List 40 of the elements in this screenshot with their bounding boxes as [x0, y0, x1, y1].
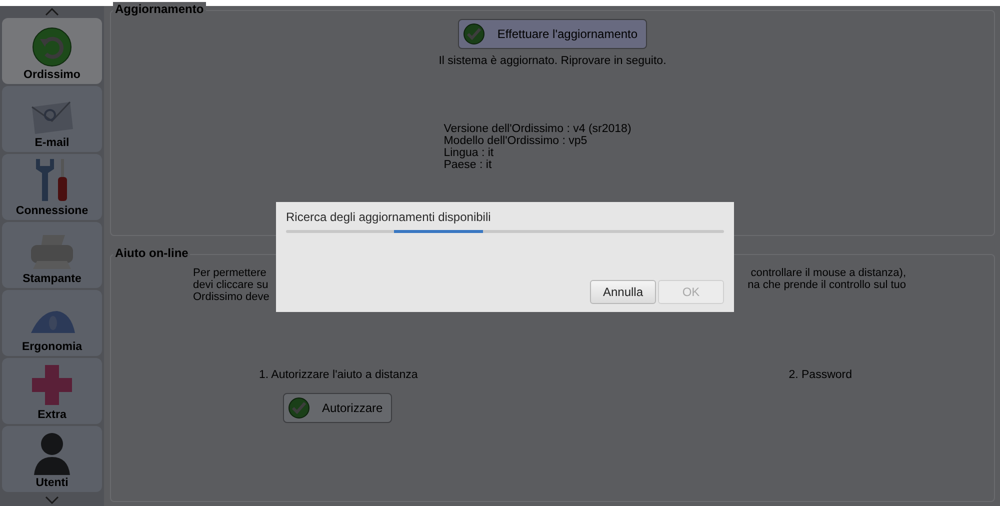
- sidebar-label: Utenti: [36, 477, 68, 489]
- sidebar-label: Ergonomia: [22, 341, 82, 353]
- sidebar-item[interactable]: Ergonomia: [2, 290, 102, 356]
- authorize-button[interactable]: Autorizzare: [283, 393, 392, 423]
- sidebar-label: Stampante: [22, 273, 82, 285]
- refresh-icon: [32, 27, 72, 67]
- step-label: 2. Password: [788, 369, 852, 381]
- paragraph-line: devi cliccare su: [193, 279, 270, 291]
- status-text: Il sistema è aggiornato. Riprovare in seguito.: [438, 55, 666, 67]
- paragraph-line: controllare il mouse a distanza),: [750, 267, 906, 279]
- scroll-up-icon[interactable]: [45, 8, 59, 16]
- sidebar-item[interactable]: Connessione: [2, 154, 102, 220]
- paragraph-line: na che prende il controllo sul tuo: [748, 279, 906, 291]
- plus-icon: [30, 363, 74, 407]
- sidebar-label: E-mail: [34, 137, 70, 149]
- sidebar-item[interactable]: Extra: [2, 358, 102, 424]
- sidebar-item[interactable]: Stampante: [2, 222, 102, 288]
- dialog-message: Ricerca degli aggiornamenti disponibili: [286, 210, 492, 224]
- sidebar-label: Connessione: [16, 205, 88, 217]
- sidebar-item[interactable]: E-mail: [2, 86, 102, 152]
- sidebar-label: Extra: [38, 409, 66, 421]
- info-line: Modello dell'Ordissimo : vp5: [444, 135, 588, 147]
- envelope-icon: [30, 101, 74, 135]
- checkmark-icon: [288, 397, 310, 419]
- sidebar-item[interactable]: Ordissimo: [2, 18, 102, 84]
- update-button[interactable]: Effettuare l'aggiornamento: [458, 19, 647, 49]
- user-icon: [32, 431, 72, 475]
- sidebar-label: Ordissimo: [24, 69, 80, 81]
- paragraph-line: Per permettere: [193, 267, 268, 279]
- info-line: Versione dell'Ordissimo : v4 (sr2018): [444, 123, 632, 135]
- info-line: Lingua : it: [444, 147, 495, 159]
- scroll-down-icon[interactable]: [45, 496, 59, 504]
- sidebar-item[interactable]: Utenti: [2, 426, 102, 492]
- paragraph-line: Ordissimo deve: [193, 291, 270, 303]
- checkmark-icon: [463, 23, 486, 45]
- info-line: Paese : it: [444, 159, 493, 171]
- section-title: Aggiornamento: [113, 2, 206, 16]
- dialog-button[interactable]: Annulla: [590, 280, 656, 304]
- step-label: 1. Autorizzare l'aiuto a distanza: [259, 369, 418, 381]
- section-title: Aiuto on-line: [113, 246, 190, 260]
